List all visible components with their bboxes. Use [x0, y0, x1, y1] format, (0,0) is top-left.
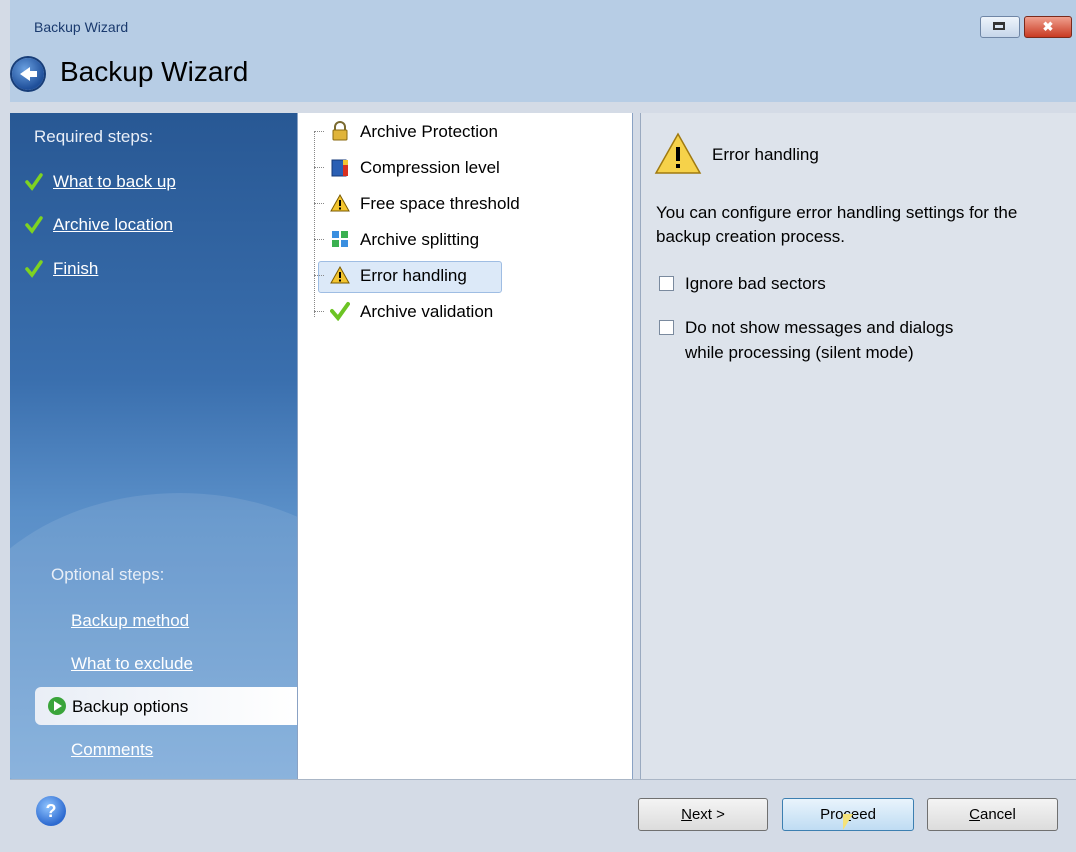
next-button-mnemonic: N [681, 806, 692, 823]
step-archive-location[interactable]: Archive location [53, 215, 173, 235]
step-finish[interactable]: Finish [53, 259, 98, 279]
tree-item-label: Free space threshold [360, 194, 520, 213]
split-icon [332, 231, 348, 247]
step-what-to-back-up[interactable]: What to back up [53, 172, 176, 192]
tree-item-label: Compression level [360, 158, 500, 177]
tree-item-error-handling[interactable]: Error handling [314, 261, 616, 293]
arrow-right-icon [48, 697, 66, 715]
checkmark-icon [25, 260, 43, 278]
silent-mode-label-line1: Do not show messages and dialogs [685, 318, 954, 337]
cancel-button-mnemonic: C [969, 806, 980, 823]
back-button[interactable] [12, 58, 44, 90]
close-button[interactable]: ✖ [1024, 16, 1072, 38]
restore-button[interactable] [980, 16, 1020, 38]
ignore-bad-sectors-label: Ignore bad sectors [685, 274, 826, 293]
tree-connector [314, 131, 315, 317]
silent-mode-checkbox[interactable] [659, 320, 674, 335]
step-backup-method[interactable]: Backup method [71, 611, 189, 631]
tree-item-label: Archive validation [360, 302, 494, 321]
wizard-title: Backup Wizard [60, 56, 249, 87]
warning-icon [330, 193, 350, 212]
cancel-button-label: ancel [979, 806, 1016, 823]
tree-item-archive-validation[interactable]: Archive validation [314, 297, 616, 327]
step-backup-options-label: Backup options [72, 697, 189, 716]
error-handling-panel: Error handling You can configure error h… [640, 113, 1076, 779]
window-title: Backup Wizard [34, 19, 129, 35]
tree-item-compression-level[interactable]: Compression level [314, 153, 616, 183]
optional-steps-heading: Optional steps: [51, 565, 165, 584]
warning-icon [330, 265, 350, 284]
proceed-button-label-rest: eed [850, 806, 876, 823]
tree-item-label: Error handling [360, 266, 467, 285]
required-steps-heading: Required steps: [34, 127, 154, 146]
warning-icon [654, 132, 702, 174]
checkmark-icon [330, 302, 350, 321]
panel-title: Error handling [712, 145, 819, 164]
next-button[interactable]: Next > [638, 798, 768, 831]
backup-wizard-window: Backup Wizard ✖ Backup Wizard Required s… [0, 0, 1076, 852]
compression-icon [331, 159, 348, 177]
cancel-button[interactable]: Cancel [927, 798, 1058, 831]
tree-item-label: Archive Protection [360, 122, 498, 141]
help-icon[interactable]: ? [36, 796, 66, 826]
tree-item-free-space-threshold[interactable]: Free space threshold [314, 189, 616, 219]
tree-item-archive-splitting[interactable]: Archive splitting [314, 225, 616, 255]
ignore-bad-sectors-checkbox[interactable] [659, 276, 674, 291]
silent-mode-label-line2: while processing (silent mode) [685, 343, 914, 362]
checkmark-icon [25, 216, 43, 234]
mouse-cursor-icon [843, 814, 853, 830]
wizard-footer: ? Next > Proceed Cancel [10, 779, 1076, 852]
tree-item-archive-protection[interactable]: Archive Protection [314, 117, 616, 147]
sidebar-decoration [10, 493, 297, 779]
lock-icon [332, 121, 348, 141]
next-button-label: ext > [691, 806, 725, 823]
options-tree: Archive Protection Compression level Fre… [297, 113, 633, 779]
step-comments[interactable]: Comments [71, 740, 153, 760]
wizard-steps-sidebar: Required steps: What to back up Archive … [10, 113, 297, 779]
checkmark-icon [25, 173, 43, 191]
step-what-to-exclude[interactable]: What to exclude [71, 654, 193, 674]
proceed-button-label-pre: Pro [820, 806, 844, 823]
tree-item-label: Archive splitting [360, 230, 480, 249]
panel-description: You can configure error handling setting… [656, 203, 1018, 246]
